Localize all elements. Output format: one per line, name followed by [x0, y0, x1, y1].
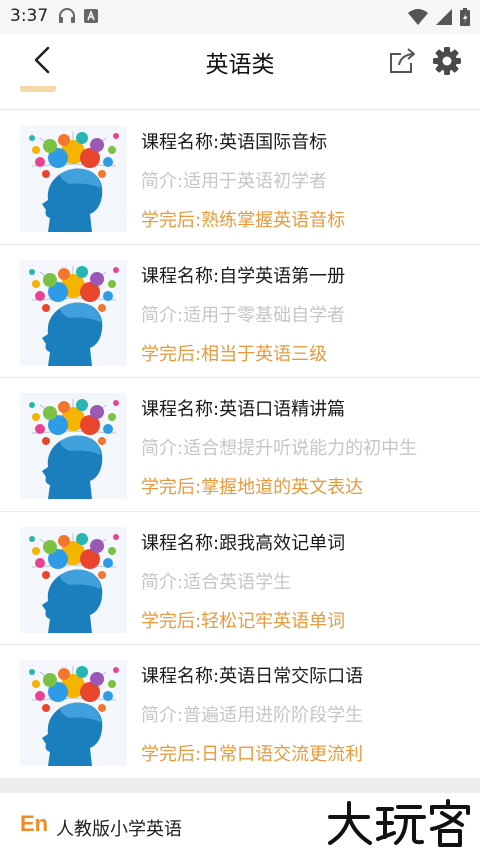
course-intro: 简介:适用于英语初学者 [141, 171, 328, 192]
previous-item-peek [0, 86, 480, 110]
course-result: 学完后:掌握地道的英文表达 [141, 477, 364, 498]
app-header: 英语类 [0, 34, 480, 86]
course-name: 课程名称:英语日常交际口语 [141, 666, 364, 687]
course-intro: 简介:适用于零基础自学者 [141, 304, 346, 326]
course-intro: 简介:适合想提升听说能力的初中生 [141, 438, 418, 459]
list-item[interactable]: 课程名称:英语日常交际口语 简介:普遍适用进阶阶段学生 学完后:日常口语交流更流… [0, 645, 480, 779]
course-thumbnail [20, 393, 127, 499]
share-icon [390, 48, 415, 73]
course-name: 课程名称:自学英语第一册 [141, 265, 346, 287]
course-name: 课程名称:英语口语精讲篇 [141, 399, 346, 420]
status-time: 3:37 [10, 6, 49, 26]
list-item[interactable]: 课程名称:自学英语第一册 简介:适用于零基础自学者 学完后:相当于英语三级 [0, 244, 480, 378]
course-intro: 简介:适合英语学生 [141, 571, 292, 593]
course-thumbnail [20, 259, 127, 366]
course-result: 学完后:熟练掌握英语音标 [141, 210, 346, 231]
ad-logo: En [20, 811, 49, 836]
battery-icon [460, 8, 470, 26]
headphones-icon [59, 8, 75, 23]
ad-banner[interactable]: En 人教版小学英语 [0, 793, 480, 852]
text-a-icon [84, 9, 98, 23]
course-thumbnail [20, 526, 127, 633]
course-result: 学完后:轻松记牢英语单词 [141, 610, 346, 632]
course-result: 学完后:相当于英语三级 [141, 343, 328, 365]
ad-text: 人教版小学英语 [56, 819, 182, 840]
course-name: 课程名称:英语国际音标 [141, 132, 328, 153]
course-thumbnail [20, 126, 127, 232]
list-item[interactable]: 课程名称:跟我高效记单词 简介:适合英语学生 学完后:轻松记牢英语单词 [0, 511, 480, 645]
signal-icon [436, 9, 452, 25]
list-item[interactable]: 课程名称:英语国际音标 简介:适用于英语初学者 学完后:熟练掌握英语音标 [0, 111, 480, 245]
gear-icon [433, 47, 461, 75]
settings-button[interactable] [429, 43, 465, 79]
list-item[interactable]: 课程名称:英语口语精讲篇 简介:适合想提升听说能力的初中生 学完后:掌握地道的英… [0, 378, 480, 512]
course-intro: 简介:普遍适用进阶阶段学生 [141, 705, 364, 726]
course-thumbnail [20, 660, 127, 766]
course-name: 课程名称:跟我高效记单词 [141, 532, 346, 554]
course-result: 学完后:日常口语交流更流利 [141, 744, 364, 765]
status-bar: 3:37 [0, 0, 480, 34]
wifi-icon [408, 9, 428, 25]
course-list[interactable]: 课程名称:英语国际音标 简介:适用于英语初学者 学完后:熟练掌握英语音标 课程名… [0, 111, 480, 779]
chevron-left-icon [34, 46, 50, 74]
share-button[interactable] [386, 44, 420, 78]
watermark-logo [328, 799, 470, 847]
back-button[interactable] [24, 42, 60, 78]
